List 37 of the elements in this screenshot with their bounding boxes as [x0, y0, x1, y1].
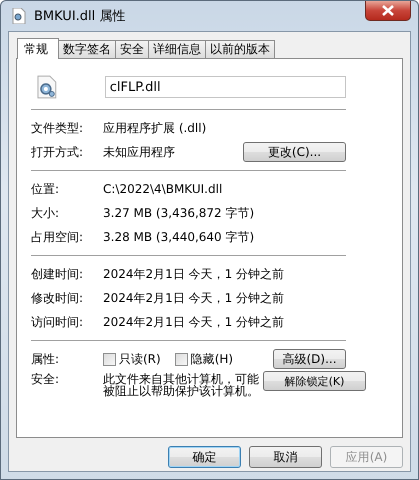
checkbox[interactable] [174, 352, 188, 366]
dialog-button[interactable]: 取消 [249, 446, 322, 468]
field-label: 占用空间: [31, 228, 84, 246]
tab[interactable]: 详细信息 [148, 40, 206, 58]
field-value: 3.28 MB (3,440,640 字节) [103, 228, 256, 246]
tab[interactable]: 安全 [115, 40, 149, 58]
field-value: 应用程序扩展 (.dll) [103, 120, 208, 136]
file-name-field[interactable]: clFLP.dll [104, 76, 346, 98]
field-value: C:\2022\4\BMKUI.dll [103, 182, 224, 196]
field-label: 大小: [31, 204, 60, 222]
field-value: 2024年2月1日 今天，1 分钟之前 [103, 314, 286, 330]
close-button[interactable] [365, 1, 411, 21]
tab[interactable]: 以前的版本 [205, 40, 275, 58]
checkbox-label[interactable]: 隐藏(H) [190, 350, 234, 368]
field-label: 安全: [31, 371, 60, 388]
close-icon[interactable] [382, 5, 394, 16]
field-label: 位置: [31, 180, 60, 198]
field-label: 文件类型: [31, 120, 84, 136]
security-note: 此文件来自其他计算机，可能被阻止以帮助保护该计算机。 [103, 373, 260, 397]
field-label: 修改时间: [31, 290, 84, 306]
field-value: 2024年2月1日 今天，1 分钟之前 [103, 290, 286, 306]
tab[interactable]: 数字签名 [58, 40, 116, 58]
checkbox-label[interactable]: 只读(R) [119, 350, 161, 368]
checkbox[interactable] [103, 352, 116, 366]
tab[interactable]: 常规 [17, 38, 59, 59]
field-label: 打开方式: [31, 144, 84, 160]
advanced-button[interactable]: 高级(D)... [273, 349, 346, 369]
window-title: BMKUI.dll 属性 [34, 8, 126, 25]
field-label: 访问时间: [31, 314, 84, 330]
unblock-button[interactable]: 解除锁定(K) [263, 371, 366, 391]
dialog-button[interactable]: 确定 [168, 446, 241, 468]
field-value: 未知应用程序 [103, 144, 176, 160]
field-label: 属性: [31, 350, 60, 368]
field-value: 2024年2月1日 今天，1 分钟之前 [103, 266, 286, 282]
field-label: 创建时间: [31, 266, 84, 282]
field-value: 3.27 MB (3,436,872 字节) [103, 204, 256, 222]
change-button[interactable]: 更改(C)... [243, 142, 346, 162]
